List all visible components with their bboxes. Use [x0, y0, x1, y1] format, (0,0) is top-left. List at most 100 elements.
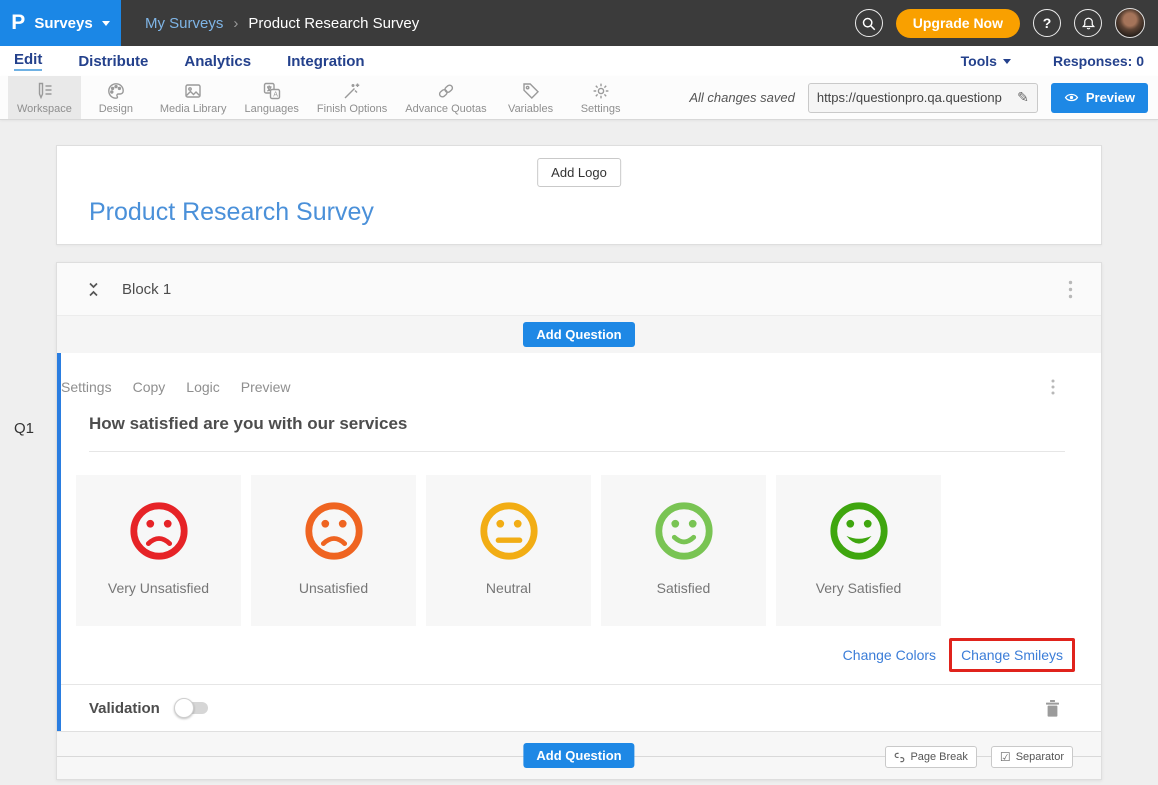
neutral-face-icon: [478, 500, 540, 562]
save-status: All changes saved: [689, 90, 795, 105]
survey-url-input[interactable]: [817, 90, 1017, 105]
separator-button[interactable]: ☑ Separator: [991, 746, 1073, 768]
smiley-label: Very Satisfied: [816, 580, 902, 596]
bell-icon: [1081, 16, 1096, 31]
search-icon: [861, 16, 876, 31]
edit-url-icon[interactable]: ✎: [1017, 89, 1029, 106]
sad-face-icon: [128, 500, 190, 562]
validation-label: Validation: [89, 700, 160, 717]
tool-label: Workspace: [17, 103, 72, 115]
advance-quotas-icon: [436, 81, 456, 101]
topbar-actions: Upgrade Now ?: [855, 8, 1158, 38]
smiley-option-very-satisfied[interactable]: Very Satisfied: [776, 475, 941, 626]
preview-label: Preview: [1086, 90, 1135, 105]
question-settings-link[interactable]: Settings: [61, 379, 112, 395]
eye-icon: [1064, 92, 1079, 103]
question-mark-icon: ?: [1043, 15, 1052, 31]
preview-button[interactable]: Preview: [1051, 83, 1148, 113]
smiley-option-neutral[interactable]: Neutral: [426, 475, 591, 626]
add-question-strip-top: Add Question: [57, 316, 1101, 353]
toolbar-design[interactable]: Design: [81, 76, 151, 119]
chevron-down-icon: [102, 21, 110, 26]
search-button[interactable]: [855, 9, 883, 37]
workspace-icon: [34, 81, 54, 101]
topbar: P Surveys My Surveys › Product Research …: [0, 0, 1158, 46]
settings-icon: [591, 81, 611, 101]
toolbar-languages[interactable]: A Languages: [235, 76, 307, 119]
tab-analytics[interactable]: Analytics: [184, 53, 251, 70]
question-copy-link[interactable]: Copy: [133, 379, 166, 395]
toolbar-settings[interactable]: Settings: [566, 76, 636, 119]
collapse-block-icon[interactable]: [85, 281, 102, 298]
tab-integration[interactable]: Integration: [287, 53, 365, 70]
notifications-button[interactable]: [1074, 9, 1102, 37]
design-icon: [106, 81, 126, 101]
tools-label: Tools: [961, 53, 997, 69]
svg-text:A: A: [273, 92, 278, 99]
media-library-icon: [183, 81, 203, 101]
block-title[interactable]: Block 1: [122, 281, 171, 298]
breadcrumb-current-survey: Product Research Survey: [248, 15, 419, 32]
smiley-option-satisfied[interactable]: Satisfied: [601, 475, 766, 626]
app-logo[interactable]: P Surveys: [0, 0, 121, 46]
question-title[interactable]: How satisfied are you with our services: [89, 414, 1101, 434]
user-avatar[interactable]: [1115, 8, 1145, 38]
questionpro-logo-icon: P: [11, 11, 25, 35]
survey-nav: Edit Distribute Analytics Integration To…: [0, 46, 1158, 76]
add-question-button-bottom[interactable]: Add Question: [523, 743, 634, 768]
tool-label: Languages: [244, 103, 298, 115]
smiley-customize-links: Change Colors Change Smileys: [61, 638, 1075, 672]
smiley-option-very-unsatisfied[interactable]: Very Unsatisfied: [76, 475, 241, 626]
subnav-right: Tools Responses: 0: [961, 53, 1144, 69]
question-preview-link[interactable]: Preview: [241, 379, 291, 395]
block-menu-icon[interactable]: [1068, 280, 1073, 299]
toolbar-right: All changes saved ✎ Preview: [689, 76, 1158, 119]
tool-label: Finish Options: [317, 103, 387, 115]
tool-label: Variables: [508, 103, 553, 115]
smiley-scale: Very Unsatisfied Unsatisfied: [76, 475, 1101, 626]
tab-edit[interactable]: Edit: [14, 51, 42, 71]
upgrade-now-button[interactable]: Upgrade Now: [896, 9, 1020, 38]
block-footer: Add Question Page Break ☑ Separator: [57, 731, 1101, 779]
sad-face-icon: [303, 500, 365, 562]
toolbar-advance-quotas[interactable]: Advance Quotas: [396, 76, 495, 119]
change-smileys-link[interactable]: Change Smileys: [961, 647, 1063, 663]
question-card: Settings Copy Logic Preview How satisfie…: [57, 353, 1101, 731]
smiley-label: Very Unsatisfied: [108, 580, 209, 596]
add-logo-button[interactable]: Add Logo: [537, 158, 621, 187]
breadcrumb: My Surveys › Product Research Survey: [145, 15, 419, 32]
tool-label: Media Library: [160, 103, 227, 115]
block-card: Block 1 Add Question Settings Copy Logic…: [56, 262, 1102, 780]
survey-url-box: ✎: [808, 83, 1038, 113]
add-question-button-top[interactable]: Add Question: [523, 322, 634, 347]
delete-question-icon[interactable]: [1044, 699, 1061, 717]
question-actions: Settings Copy Logic Preview: [61, 353, 1101, 395]
change-colors-link[interactable]: Change Colors: [843, 647, 936, 663]
separator-label: Separator: [1016, 751, 1064, 763]
smiley-option-unsatisfied[interactable]: Unsatisfied: [251, 475, 416, 626]
question-menu-icon[interactable]: [1051, 379, 1055, 395]
chevron-down-icon: [1003, 59, 1011, 64]
toolbar-variables[interactable]: Variables: [496, 76, 566, 119]
page-break-label: Page Break: [910, 751, 967, 763]
page-break-icon: [894, 752, 905, 763]
help-button[interactable]: ?: [1033, 9, 1061, 37]
smiley-label: Satisfied: [657, 580, 711, 596]
toolbar-workspace[interactable]: Workspace: [8, 76, 81, 119]
variables-icon: [521, 81, 541, 101]
responses-count[interactable]: Responses: 0: [1053, 53, 1144, 69]
big-smile-face-icon: [828, 500, 890, 562]
question-logic-link[interactable]: Logic: [186, 379, 219, 395]
checkbox-icon: ☑: [1000, 750, 1011, 764]
tab-distribute[interactable]: Distribute: [78, 53, 148, 70]
question-number: Q1: [14, 420, 34, 437]
page-break-button[interactable]: Page Break: [885, 746, 976, 768]
editor-toolbar: Workspace Design Media Library A Languag…: [0, 76, 1158, 120]
breadcrumb-my-surveys[interactable]: My Surveys: [145, 15, 223, 32]
finish-options-icon: [342, 81, 362, 101]
toolbar-media-library[interactable]: Media Library: [151, 76, 236, 119]
toolbar-finish-options[interactable]: Finish Options: [308, 76, 396, 119]
validation-toggle[interactable]: [174, 698, 210, 718]
survey-title[interactable]: Product Research Survey: [89, 198, 1101, 227]
tools-menu[interactable]: Tools: [961, 53, 1011, 69]
